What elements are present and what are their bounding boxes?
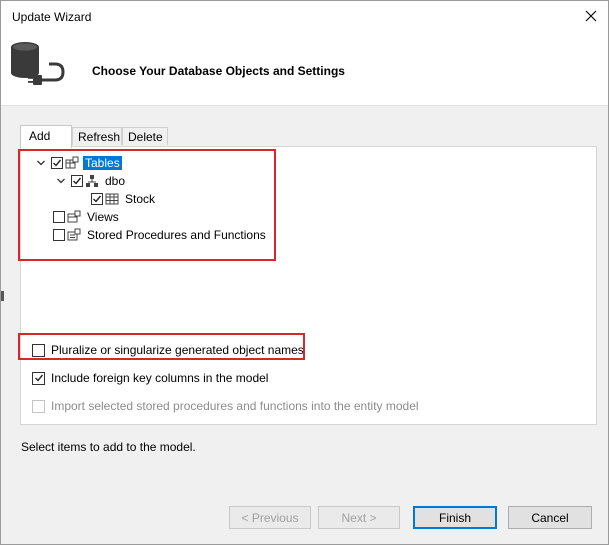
tab-add[interactable]: Add (20, 125, 72, 148)
chevron-down-icon[interactable] (55, 175, 67, 187)
views-folder-icon (67, 210, 81, 222)
status-text: Select items to add to the model. (21, 440, 196, 454)
import-procedures-label: Import selected stored procedures and fu… (51, 399, 419, 413)
add-tab-panel: Tables dbo Stock Views Stored Procedures… (20, 146, 597, 425)
previous-button[interactable]: < Previous (229, 506, 311, 529)
tree-label-tables: Tables (83, 155, 122, 170)
tab-refresh[interactable]: Refresh (72, 127, 122, 145)
checkmark-icon (53, 159, 62, 167)
next-button[interactable]: Next > (318, 506, 400, 529)
cancel-button[interactable]: Cancel (508, 506, 592, 529)
pluralize-checkbox[interactable] (32, 343, 45, 357)
tree-item-views[interactable]: Views (53, 208, 121, 225)
tree-item-stored-procedures[interactable]: Stored Procedures and Functions (53, 226, 268, 243)
checkmark-icon (93, 195, 102, 203)
stock-checkbox[interactable] (91, 192, 103, 205)
foreign-keys-label: Include foreign key columns in the model (51, 371, 269, 385)
views-checkbox[interactable] (53, 210, 65, 223)
schema-icon (86, 174, 98, 187)
finish-button[interactable]: Finish (413, 506, 497, 529)
tree-item-dbo[interactable]: dbo (55, 172, 127, 189)
left-edge-mark (1, 291, 4, 301)
tree-item-tables[interactable]: Tables (35, 154, 122, 171)
checkmark-icon (73, 177, 82, 185)
dbo-checkbox[interactable] (71, 174, 83, 187)
window-title: Update Wizard (12, 10, 92, 24)
header-divider (1, 105, 608, 106)
tab-delete[interactable]: Delete (122, 127, 168, 145)
table-icon (105, 193, 119, 204)
import-procedures-checkbox (32, 399, 45, 413)
footer-divider (1, 471, 608, 472)
tree-label-stock: Stock (125, 191, 156, 206)
chevron-down-icon[interactable] (35, 157, 47, 169)
tree-label-stored-procedures: Stored Procedures and Functions (87, 227, 266, 242)
pluralize-label: Pluralize or singularize generated objec… (51, 343, 304, 357)
foreign-keys-option[interactable]: Include foreign key columns in the model (32, 371, 268, 385)
tables-folder-icon (65, 156, 79, 168)
wizard-header: Choose Your Database Objects and Setting… (1, 33, 608, 105)
procedures-folder-icon (67, 228, 81, 240)
import-procedures-option: Import selected stored procedures and fu… (32, 399, 419, 413)
foreign-keys-checkbox[interactable] (32, 371, 45, 385)
tree-label-views: Views (87, 209, 119, 224)
title-bar: Update Wizard (1, 1, 608, 33)
page-title: Choose Your Database Objects and Setting… (92, 64, 345, 78)
checkmark-icon (34, 374, 43, 382)
database-connection-icon (11, 42, 65, 85)
close-button[interactable] (574, 1, 608, 31)
close-icon (585, 10, 597, 22)
pluralize-option[interactable]: Pluralize or singularize generated objec… (32, 343, 304, 357)
tree-item-stock[interactable]: Stock (91, 190, 157, 207)
tree-label-dbo: dbo (105, 173, 126, 188)
tables-checkbox[interactable] (51, 156, 63, 169)
stored-procedures-checkbox[interactable] (53, 228, 65, 241)
update-wizard-window: Update Wizard Choose Your Database Objec… (0, 0, 609, 545)
